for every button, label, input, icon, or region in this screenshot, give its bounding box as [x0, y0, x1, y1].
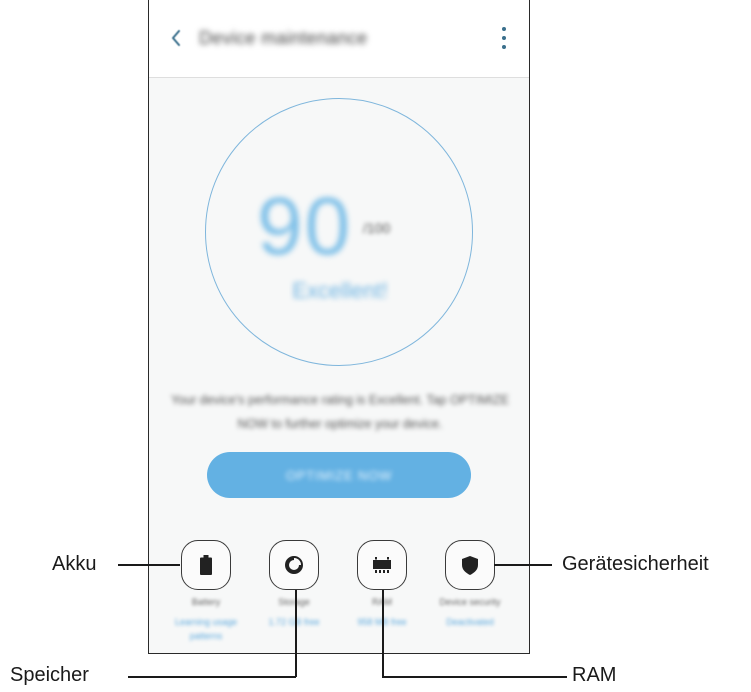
performance-description: Your device's performance rating is Exce… — [171, 393, 509, 431]
ram-callout-line-v — [382, 590, 384, 677]
speicher-callout-line-h — [128, 676, 296, 678]
storage-button[interactable] — [269, 540, 319, 590]
back-arrow-icon[interactable] — [165, 27, 187, 49]
akku-callout: Akku — [52, 553, 97, 575]
score-max: /100 — [363, 220, 391, 236]
device-screen: Device maintenance 90 /100 Excellent! Yo… — [148, 0, 530, 654]
akku-callout-line — [118, 564, 180, 566]
geraetesicherheit-callout-line — [494, 564, 552, 566]
device-security-button[interactable] — [445, 540, 495, 590]
storage-status: 1.72 GB free — [268, 617, 320, 627]
score-status: Excellent! — [292, 278, 388, 303]
battery-button[interactable] — [181, 540, 231, 590]
ram-callout: RAM — [572, 664, 617, 686]
device-security-label: Device security — [439, 597, 501, 607]
shield-icon — [462, 555, 478, 575]
ram-button[interactable] — [357, 540, 407, 590]
optimize-now-label: OPTIMIZE NOW — [285, 467, 393, 483]
storage-label: Storage — [278, 597, 310, 607]
battery-label: Battery — [191, 597, 221, 607]
ram-callout-line-h — [382, 676, 567, 678]
back-arrow-glyph — [172, 30, 180, 46]
optimize-now-button[interactable]: OPTIMIZE NOW — [207, 452, 471, 498]
battery-status: Learning usage patterns — [174, 617, 238, 641]
geraetesicherheit-callout: Gerätesicherheit — [562, 553, 709, 575]
page-title: Device maintenance — [199, 28, 368, 48]
more-options-icon[interactable] — [499, 27, 509, 49]
score-value: 90 — [257, 181, 353, 272]
speicher-callout: Speicher — [10, 664, 89, 686]
device-security-status: Deactivated — [446, 617, 494, 627]
battery-icon — [200, 555, 212, 575]
storage-icon — [285, 556, 303, 574]
ram-chip-icon — [373, 557, 391, 573]
speicher-callout-line-v — [295, 590, 297, 677]
app-bar: Device maintenance — [149, 0, 529, 78]
